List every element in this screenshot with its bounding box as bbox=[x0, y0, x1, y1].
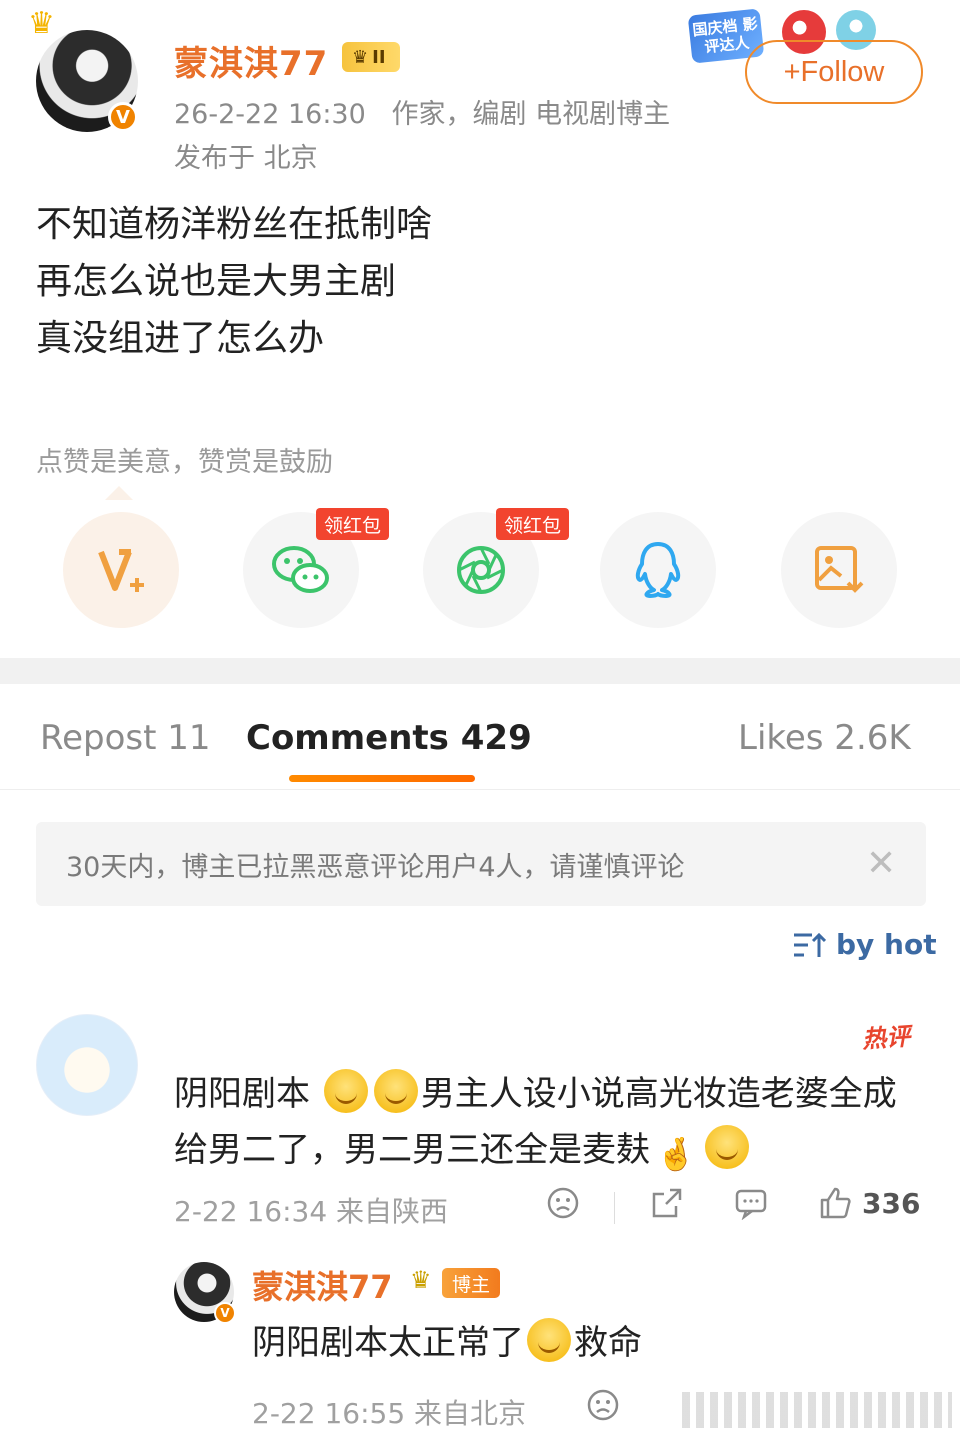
post-line: 真没组进了怎么办 bbox=[36, 318, 325, 359]
author-name[interactable]: 蒙淇淇77 bbox=[174, 36, 328, 85]
post-line: 再怎么说也是大男主剧 bbox=[36, 261, 397, 302]
comment-text: 阴阳剧本 男主人设小说高光妆造老婆全成给男二了，男二男三还全是麦麸 🤞 bbox=[174, 1066, 914, 1182]
qq-icon bbox=[635, 542, 681, 598]
reply-button[interactable] bbox=[734, 1186, 768, 1220]
post-body: 不知道杨洋粉丝在抵制啥 再怎么说也是大男主剧 真没组进了怎么办 bbox=[36, 196, 432, 367]
smile-emoji-icon bbox=[704, 1125, 749, 1169]
level-badge[interactable]: ♛ II bbox=[342, 42, 400, 72]
red-packet-badge[interactable]: 领红包 bbox=[316, 508, 390, 540]
post-meta: 26-2-22 16:30 作家，编剧 电视剧博主 bbox=[174, 92, 670, 131]
verified-icon: V bbox=[214, 1302, 236, 1324]
watermark bbox=[682, 1392, 952, 1428]
repost-comment-button[interactable] bbox=[650, 1186, 684, 1220]
sort-label: by hot bbox=[836, 928, 937, 961]
post-timestamp: 26-2-22 16:30 bbox=[174, 99, 366, 130]
notice-text: 30天内，博主已拉黑恶意评论用户4人，请谨慎评论 bbox=[66, 851, 685, 883]
save-image-button[interactable] bbox=[781, 512, 897, 628]
level-badge-label: II bbox=[372, 46, 386, 68]
post-line: 不知道杨洋粉丝在抵制啥 bbox=[36, 204, 433, 245]
finger-heart-emoji-icon: 🤞 bbox=[656, 1135, 696, 1173]
frown-icon bbox=[587, 1389, 619, 1421]
reply-timestamp: 2-22 16:55 来自北京 bbox=[252, 1397, 527, 1430]
author-role-badge: 博主 bbox=[442, 1268, 501, 1298]
smile-emoji-icon bbox=[373, 1069, 418, 1113]
post-location: 发布于 北京 bbox=[174, 143, 318, 174]
follow-button[interactable]: +Follow bbox=[745, 40, 923, 104]
dislike-button[interactable] bbox=[546, 1186, 580, 1220]
crown-icon: ♛ bbox=[352, 46, 369, 68]
tab-bar: Repost 11 Comments 429 Likes 2.6K bbox=[0, 700, 960, 780]
replier-name[interactable]: 蒙淇淇77 bbox=[252, 1262, 393, 1308]
comment-icon bbox=[735, 1189, 767, 1220]
close-icon[interactable]: ✕ bbox=[866, 846, 896, 882]
wechat-icon bbox=[272, 546, 329, 593]
reply-text: 阴阳剧本太正常了 救命 bbox=[252, 1318, 642, 1368]
reward-button[interactable] bbox=[63, 512, 179, 628]
like-button[interactable]: 336 bbox=[818, 1186, 920, 1220]
hot-comment-badge: 热评 bbox=[861, 1022, 912, 1054]
tab-divider bbox=[0, 789, 960, 790]
v-plus-icon bbox=[98, 549, 144, 592]
reply-text-part: 救命 bbox=[574, 1323, 642, 1363]
tip-pointer bbox=[105, 486, 133, 500]
reply-text-part: 阴阳剧本太正常了 bbox=[252, 1323, 524, 1363]
reward-tip: 点赞是美意，赞赏是鼓励 bbox=[36, 447, 333, 478]
tab-comments[interactable]: Comments 429 bbox=[246, 718, 532, 758]
red-packet-badge[interactable]: 领红包 bbox=[496, 508, 570, 540]
save-image-icon bbox=[815, 546, 864, 593]
tab-likes[interactable]: Likes 2.6K bbox=[738, 718, 911, 758]
section-divider bbox=[0, 658, 960, 684]
blacklist-notice: 30天内，博主已拉黑恶意评论用户4人，请谨慎评论 bbox=[36, 822, 926, 906]
laugh-cry-emoji-icon bbox=[527, 1318, 571, 1362]
sort-icon bbox=[794, 932, 826, 957]
sort-button[interactable]: by hot bbox=[792, 928, 937, 961]
commenter-avatar[interactable] bbox=[36, 1014, 138, 1116]
comment-timestamp: 2-22 16:34 来自陕西 bbox=[174, 1195, 449, 1228]
share-icon bbox=[652, 1188, 682, 1218]
tab-repost[interactable]: Repost 11 bbox=[40, 718, 211, 758]
like-count: 336 bbox=[862, 1186, 921, 1220]
share-row: 领红包 领红包 bbox=[0, 508, 960, 632]
share-qq-button[interactable] bbox=[600, 512, 716, 628]
moments-icon bbox=[457, 546, 505, 594]
frown-icon bbox=[547, 1187, 579, 1219]
crown-icon: ♛ bbox=[410, 1266, 432, 1294]
crown-decoration-icon: ♛ bbox=[28, 6, 55, 41]
author-identity: 作家，编剧 电视剧博主 bbox=[391, 99, 671, 130]
thumbs-up-icon bbox=[820, 1187, 851, 1219]
smile-emoji-icon bbox=[323, 1069, 368, 1113]
reply-dislike-button[interactable] bbox=[586, 1388, 620, 1422]
verified-icon: V bbox=[108, 102, 138, 132]
action-divider bbox=[614, 1192, 615, 1224]
active-tab-indicator bbox=[289, 775, 475, 782]
comment-text-part: 阴阳剧本 bbox=[174, 1074, 310, 1114]
